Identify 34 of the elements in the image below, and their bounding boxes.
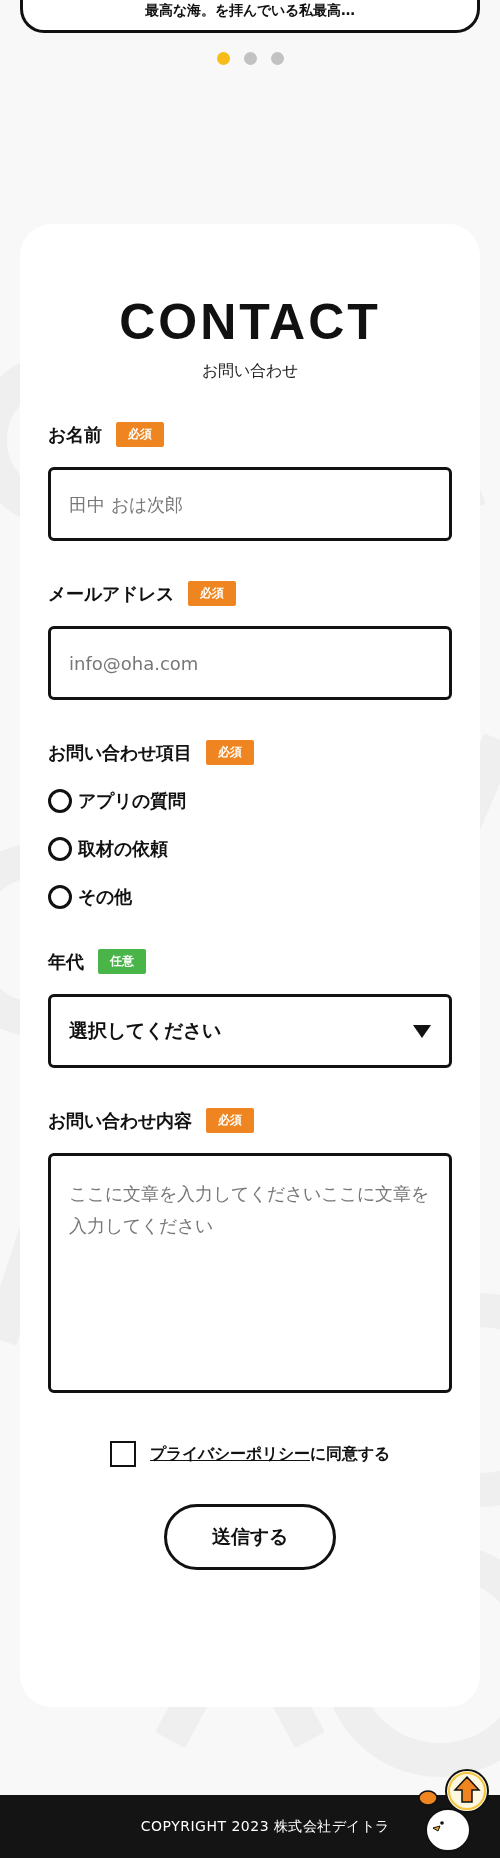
radio-label[interactable]: その他 <box>78 885 132 909</box>
field-label: お名前 <box>48 422 102 447</box>
contact-title: CONTACT <box>118 297 382 347</box>
slide-caption: 最高な海。を拝んでいる私最高… <box>145 2 355 20</box>
required-tag: 必須 <box>116 422 164 447</box>
submit-button[interactable]: 送信する <box>164 1504 336 1570</box>
text-input[interactable]: 田中 おは次郎 <box>48 467 452 541</box>
back-to-top-button[interactable] <box>418 1768 490 1852</box>
required-tag: 必須 <box>206 1108 254 1133</box>
caret-icon <box>413 1024 431 1038</box>
required-tag: 必須 <box>206 740 254 765</box>
slider-dot[interactable] <box>270 52 284 65</box>
slider-dot[interactable] <box>243 52 257 65</box>
field-label: お問い合わせ項目 <box>48 740 192 765</box>
age-select[interactable]: 選択してください <box>48 994 452 1068</box>
radio-label[interactable]: 取材の依頼 <box>78 837 168 861</box>
agree-text: プライバシーポリシーに同意する <box>150 1443 390 1465</box>
radio-button[interactable] <box>48 789 72 813</box>
radio-button[interactable] <box>48 885 72 909</box>
radio-button[interactable] <box>48 837 72 861</box>
privacy-policy-link[interactable]: プライバシーポリシー <box>150 1443 310 1463</box>
required-tag: 必須 <box>188 581 236 606</box>
copyright-text: COPYRIGHT 2023 株式会社デイトラ <box>140 1817 390 1836</box>
contact-subtitle: お問い合わせ <box>201 361 299 382</box>
message-textarea[interactable]: ここに文章を入力してくださいここに文章を入力してください <box>48 1153 452 1393</box>
slider-dot[interactable] <box>216 52 230 65</box>
slide-card[interactable]: 最高な海。を拝んでいる私最高… <box>20 0 480 33</box>
agree-checkbox[interactable] <box>110 1441 136 1467</box>
optional-tag: 任意 <box>98 949 146 974</box>
field-label: お問い合わせ内容 <box>48 1108 192 1133</box>
radio-label[interactable]: アプリの質問 <box>78 789 186 813</box>
field-label: メールアドレス <box>48 581 174 606</box>
text-input[interactable]: info@oha.com <box>48 626 452 700</box>
field-label: 年代 <box>48 949 84 974</box>
